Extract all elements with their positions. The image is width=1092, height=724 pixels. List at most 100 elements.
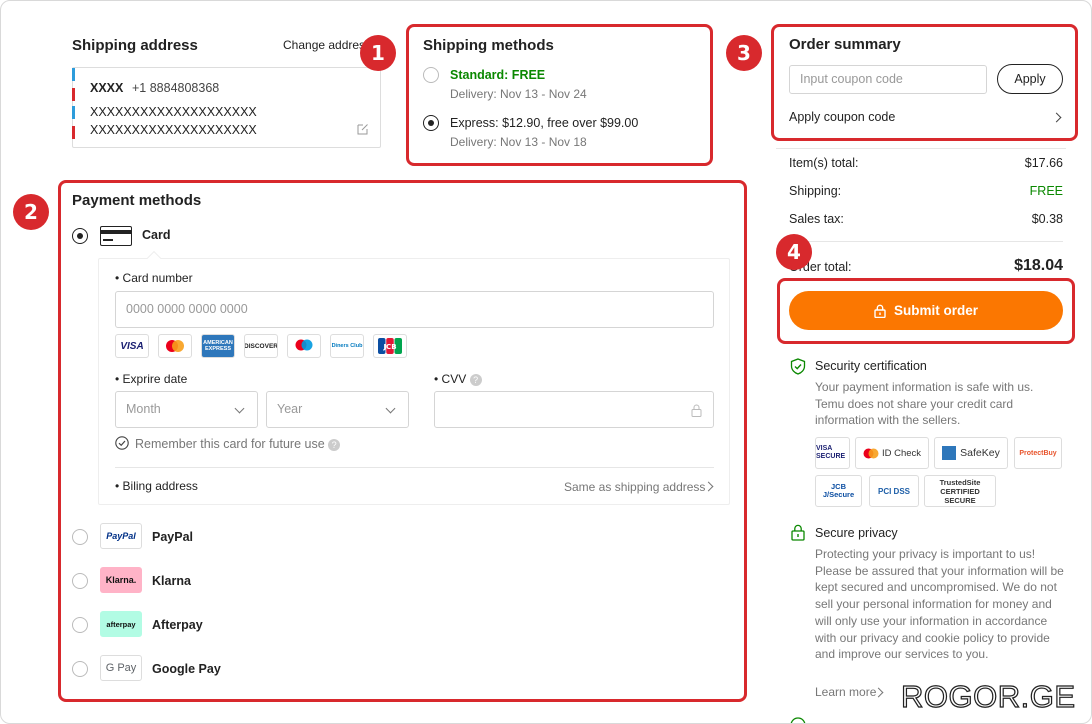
- cvv-label: • CVV ?: [434, 372, 482, 386]
- envelope-stripe: [72, 106, 75, 119]
- shipping-standard-label[interactable]: Standard: FREE: [450, 68, 545, 82]
- apply-coupon-link[interactable]: Apply coupon code: [789, 110, 895, 124]
- credit-card-icon: [100, 226, 132, 246]
- address-line-1: XXXXXXXXXXXXXXXXXXXX: [90, 105, 257, 119]
- maestro-logo: [287, 334, 321, 358]
- jcb-logo: JCB: [373, 334, 407, 358]
- change-address-link[interactable]: Change address: [283, 38, 365, 52]
- checkout-page: Shipping address Change address XXXX +1 …: [0, 0, 1092, 724]
- month-select-value: Month: [126, 402, 161, 416]
- privacy-text: Protecting your privacy is important to …: [815, 547, 1064, 662]
- envelope-stripe: [72, 126, 75, 139]
- card-label[interactable]: Card: [142, 228, 170, 242]
- klarna-radio[interactable]: [72, 573, 88, 589]
- klarna-label[interactable]: Klarna: [152, 574, 191, 588]
- address-line-2: XXXXXXXXXXXXXXXXXXXX: [90, 123, 257, 137]
- chevron-right-icon[interactable]: [1051, 112, 1062, 123]
- billing-address-label-text: Biling address: [122, 479, 198, 493]
- klarna-logo: Klarna.: [100, 567, 142, 593]
- privacy-title: Secure privacy: [815, 526, 898, 540]
- order-total-value: $18.04: [1014, 257, 1063, 274]
- id-check-badge: ID Check: [855, 437, 929, 469]
- visa-secure-badge: VISA SECURE: [815, 437, 850, 469]
- shipping-standard-radio[interactable]: [423, 67, 439, 83]
- year-select[interactable]: Year: [266, 391, 409, 428]
- submit-order-button[interactable]: Submit order: [789, 291, 1063, 330]
- apply-coupon-button[interactable]: Apply: [997, 64, 1063, 94]
- items-total-value: $17.66: [1024, 156, 1063, 170]
- lock-icon: [791, 524, 805, 541]
- learn-more-link[interactable]: Learn more: [815, 685, 876, 699]
- remember-card-label[interactable]: Remember this card for future use ?: [135, 437, 341, 451]
- sales-tax-value: $0.38: [1031, 212, 1063, 226]
- annotation-badge-1: 1: [360, 35, 396, 71]
- chevron-down-icon: [385, 403, 396, 414]
- billing-address-value[interactable]: Same as shipping address: [564, 480, 705, 494]
- google-pay-radio[interactable]: [72, 661, 88, 677]
- lock-icon: [691, 404, 702, 417]
- card-number-label: • Card number: [115, 271, 193, 285]
- card-radio[interactable]: [72, 228, 88, 244]
- shipping-standard-delivery: Delivery: Nov 13 - Nov 24: [450, 87, 587, 101]
- expire-date-label-text: Exprire date: [122, 372, 188, 386]
- afterpay-radio[interactable]: [72, 617, 88, 633]
- divider: [776, 148, 1066, 149]
- diners-club-logo: Diners Club: [330, 334, 364, 358]
- shipping-value: FREE: [1029, 184, 1063, 198]
- envelope-stripe: [72, 68, 75, 81]
- cvv-label-text: CVV: [441, 372, 467, 386]
- safekey-badge: SafeKey: [934, 437, 1008, 469]
- afterpay-label[interactable]: Afterpay: [152, 618, 203, 632]
- mastercard-icon: [863, 448, 879, 458]
- paypal-label[interactable]: PayPal: [152, 530, 193, 544]
- address-card[interactable]: XXXX +1 8884808368 XXXXXXXXXXXXXXXXXXXX …: [72, 67, 381, 148]
- amex-icon: [942, 446, 957, 460]
- billing-address-label: • Biling address: [115, 479, 198, 493]
- card-number-label-text: Card number: [122, 271, 193, 285]
- shield-check-icon: [790, 358, 806, 375]
- cvv-input[interactable]: [434, 391, 714, 428]
- paypal-radio[interactable]: [72, 529, 88, 545]
- svg-text:JCB: JCB: [382, 343, 396, 351]
- divider: [789, 241, 1063, 242]
- remember-card-text: Remember this card for future use: [135, 437, 325, 451]
- edit-icon[interactable]: [357, 123, 369, 135]
- annotation-badge-2: 2: [13, 194, 49, 230]
- amex-logo: AMERICAN EXPRESS: [201, 334, 235, 358]
- shield-check-icon: [790, 717, 806, 723]
- mastercard-logo: [158, 334, 192, 358]
- shipping-express-delivery: Delivery: Nov 13 - Nov 18: [450, 135, 587, 149]
- help-icon[interactable]: ?: [469, 373, 482, 386]
- items-total-label: Item(s) total:: [789, 156, 859, 170]
- coupon-input[interactable]: Input coupon code: [789, 65, 987, 94]
- expire-date-label: • Exprire date: [115, 372, 188, 386]
- payment-methods-title: Payment methods: [72, 192, 202, 209]
- address-phone: +1 8884808368: [132, 81, 220, 95]
- paypal-logo: PayPal: [100, 523, 142, 549]
- divider: [115, 467, 714, 468]
- envelope-stripe: [72, 88, 75, 101]
- card-number-input[interactable]: 0000 0000 0000 0000: [115, 291, 714, 328]
- pci-dss-badge: PCI DSS: [869, 475, 919, 507]
- trustedsite-badge: TrustedSite CERTIFIED SECURE: [924, 475, 996, 507]
- month-select[interactable]: Month: [115, 391, 258, 428]
- annotation-badge-4: 4: [776, 234, 812, 270]
- shipping-label: Shipping:: [789, 184, 842, 198]
- year-select-value: Year: [277, 402, 303, 416]
- google-pay-label[interactable]: Google Pay: [152, 662, 221, 676]
- check-circle-icon[interactable]: [115, 436, 129, 450]
- lock-icon: [874, 304, 886, 318]
- security-text: Your payment information is safe with us…: [815, 380, 1034, 428]
- shipping-express-radio[interactable]: [423, 115, 439, 131]
- discover-logo: DISCOVER: [244, 334, 278, 358]
- protectbuy-badge: ProtectBuy: [1014, 437, 1062, 469]
- annotation-badge-3: 3: [726, 35, 762, 71]
- google-pay-logo: G Pay: [100, 655, 142, 681]
- chevron-down-icon: [234, 403, 245, 414]
- shipping-express-label[interactable]: Express: $12.90, free over $99.00: [450, 116, 638, 130]
- submit-order-label: Submit order: [893, 303, 978, 318]
- watermark: ROGOR.GE: [900, 678, 1076, 714]
- help-icon[interactable]: ?: [328, 438, 341, 451]
- jcb-jsecure-badge: JCB J/Secure: [815, 475, 862, 507]
- shipping-methods-title: Shipping methods: [423, 37, 554, 54]
